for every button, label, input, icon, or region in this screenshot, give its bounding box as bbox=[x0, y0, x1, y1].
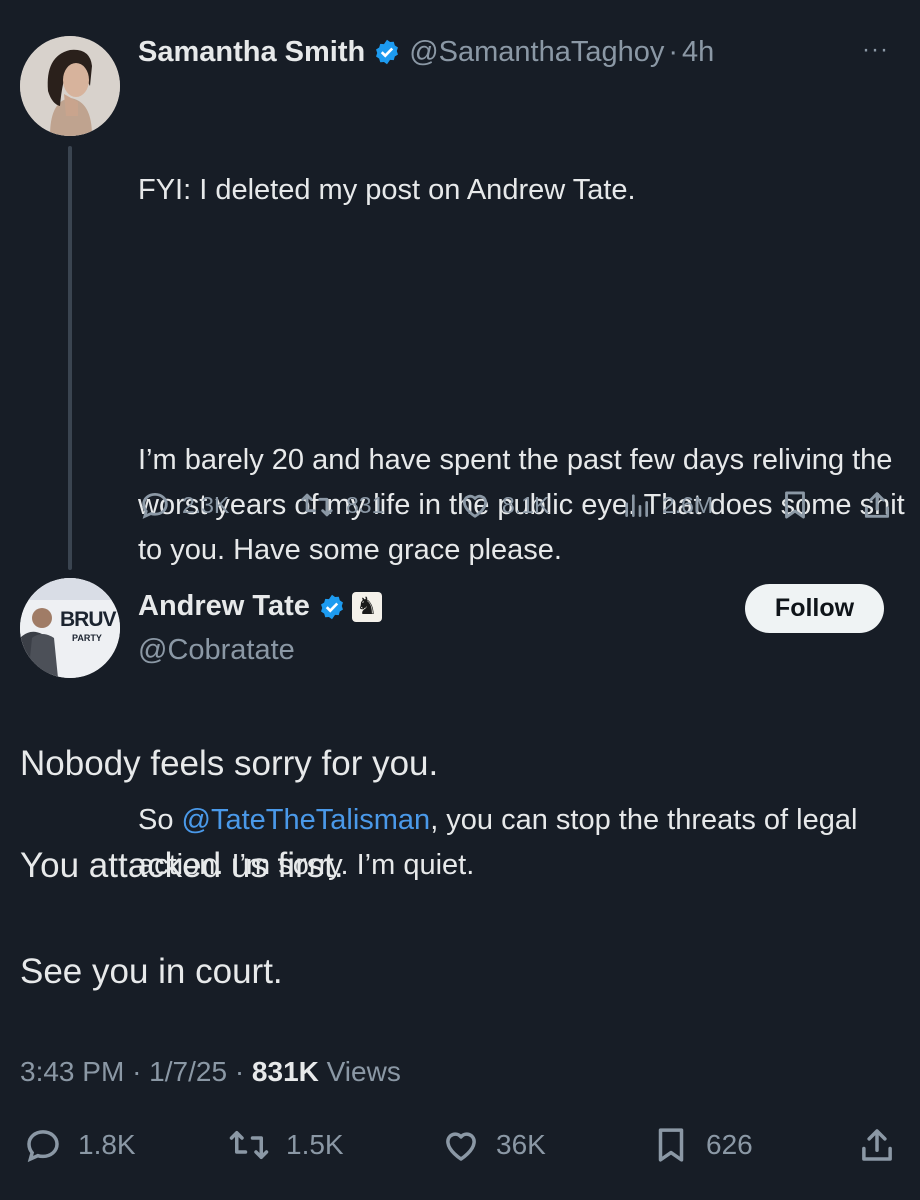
thread-connector-line bbox=[68, 146, 72, 570]
bookmark-button[interactable] bbox=[778, 488, 812, 527]
like-button[interactable]: 8.1K bbox=[458, 488, 549, 522]
tweet-line: Nobody feels sorry for you. bbox=[20, 744, 439, 783]
reply-count: 2.3K bbox=[182, 491, 230, 518]
repost-button[interactable]: 831 bbox=[298, 488, 384, 522]
views-count: 2.6M bbox=[662, 491, 714, 518]
repost-icon bbox=[229, 1131, 269, 1159]
views-label: Views bbox=[326, 1056, 401, 1087]
bookmark-button[interactable]: 626 bbox=[650, 1124, 753, 1166]
heart-icon bbox=[446, 1132, 476, 1161]
reply-icon bbox=[27, 1130, 59, 1163]
like-count: 8.1K bbox=[502, 491, 550, 518]
like-button[interactable]: 36K bbox=[440, 1124, 546, 1166]
tweet-line: You attacked us first. bbox=[20, 846, 344, 885]
more-options-button[interactable]: ··· bbox=[862, 36, 889, 64]
avatar[interactable]: BRUV PARTY bbox=[20, 578, 120, 678]
verified-badge-icon bbox=[318, 593, 346, 621]
avatar-banner-subtext: PARTY bbox=[72, 633, 102, 643]
profile-photo-icon bbox=[20, 36, 120, 136]
tweet-date[interactable]: 1/7/25 bbox=[149, 1056, 227, 1087]
author-handle[interactable]: @Cobratate bbox=[138, 634, 295, 667]
tweet-metadata: 3:43 PM · 1/7/25 · 831K Views bbox=[20, 1056, 401, 1088]
follow-button[interactable]: Follow bbox=[745, 584, 884, 633]
views-button[interactable]: 2.6M bbox=[620, 488, 713, 522]
author-name[interactable]: Samantha Smith bbox=[138, 36, 365, 69]
author-handle[interactable]: @SamanthaTaghoy bbox=[409, 36, 664, 69]
share-icon bbox=[864, 492, 890, 518]
repost-button[interactable]: 1.5K bbox=[226, 1124, 344, 1166]
bookmark-count: 626 bbox=[706, 1129, 753, 1160]
avatar-banner-text: BRUV bbox=[60, 608, 117, 631]
reply-icon bbox=[142, 492, 168, 519]
repost-count: 1.5K bbox=[286, 1129, 344, 1160]
text-prefix: So bbox=[138, 804, 182, 836]
tweet-line: FYI: I deleted my post on Andrew Tate. bbox=[138, 174, 636, 206]
bookmark-icon bbox=[785, 491, 805, 519]
tweet-line: See you in court. bbox=[20, 952, 283, 991]
avatar[interactable] bbox=[20, 36, 120, 136]
tweet-time[interactable]: 3:43 PM bbox=[20, 1056, 124, 1087]
heart-icon bbox=[462, 494, 488, 518]
share-icon bbox=[862, 1129, 892, 1161]
author-name[interactable]: Andrew Tate bbox=[138, 590, 310, 623]
dot-separator: · bbox=[132, 1056, 142, 1087]
bookmark-icon bbox=[658, 1128, 684, 1162]
dot-separator: · bbox=[668, 35, 679, 68]
chess-knight-badge-icon: ♞ bbox=[351, 591, 382, 622]
reply-count: 1.8K bbox=[78, 1129, 136, 1160]
share-button[interactable] bbox=[856, 1124, 898, 1171]
mention-link[interactable]: @TateTheTalisman bbox=[182, 804, 431, 836]
reply-button[interactable]: 1.8K bbox=[22, 1124, 136, 1166]
repost-icon bbox=[301, 493, 333, 517]
dot-separator: · bbox=[234, 1056, 245, 1087]
tweet-age[interactable]: 4h bbox=[682, 36, 714, 69]
verified-badge-icon bbox=[373, 38, 401, 66]
share-button[interactable] bbox=[860, 488, 894, 527]
repost-count: 831 bbox=[346, 491, 385, 518]
views-count: 831K bbox=[251, 1056, 319, 1087]
like-count: 36K bbox=[496, 1129, 546, 1160]
reply-button[interactable]: 2.3K bbox=[138, 488, 229, 522]
views-chart-icon bbox=[625, 494, 648, 517]
